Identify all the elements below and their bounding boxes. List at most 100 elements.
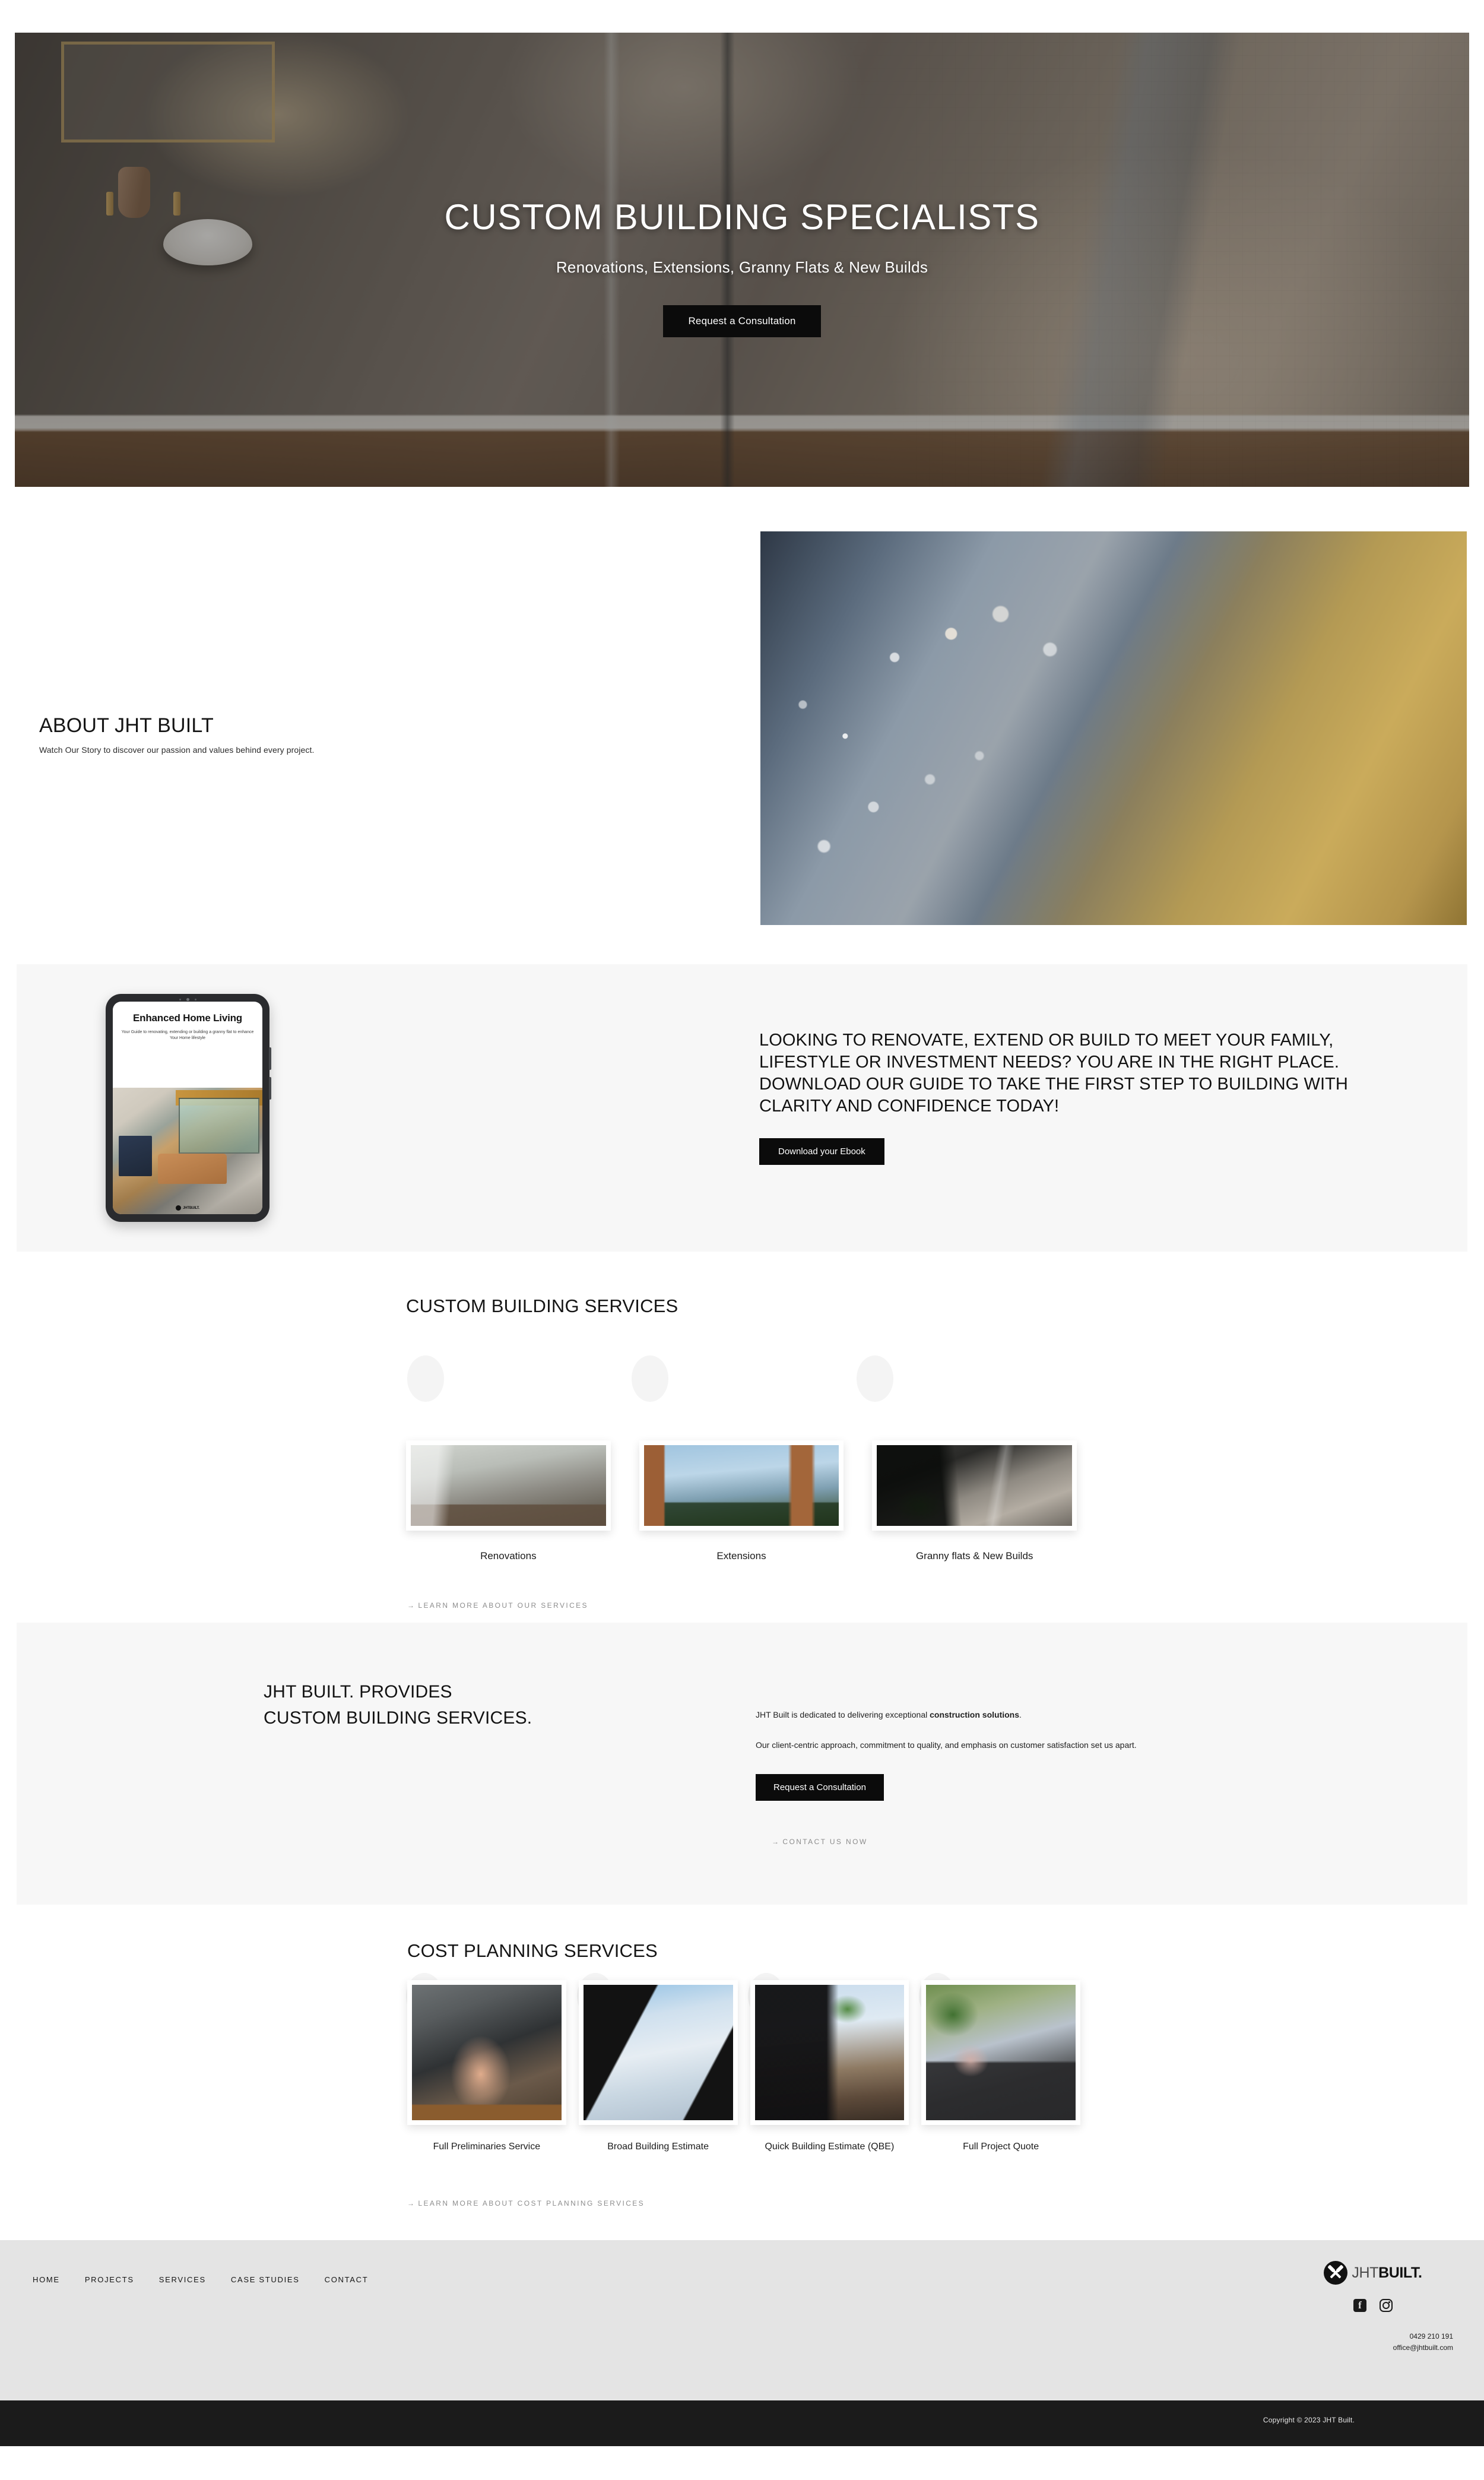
contact-us-now-link[interactable]: → CONTACT US NOW bbox=[772, 1838, 868, 1846]
about-video-poster bbox=[760, 531, 1467, 925]
cost-planning-services-section: COST PLANNING SERVICES Full Preliminarie… bbox=[0, 1905, 1484, 2240]
service-card-image bbox=[411, 1445, 606, 1526]
cost-card-caption: Broad Building Estimate bbox=[607, 2142, 709, 2152]
cost-card-full-project-quote[interactable]: Full Project Quote bbox=[921, 1980, 1080, 2153]
services-card-grid: Renovations Extensions Granny flats & Ne… bbox=[406, 1440, 1077, 1563]
instagram-icon[interactable] bbox=[1380, 2299, 1393, 2312]
about-video-player[interactable] bbox=[760, 531, 1467, 925]
cost-card-image bbox=[583, 1985, 733, 2120]
ebook-headline: LOOKING TO RENOVATE, EXTEND OR BUILD TO … bbox=[759, 1031, 1348, 1116]
cost-card-frame bbox=[407, 1980, 566, 2125]
provides-section: JHT BUILT. PROVIDES CUSTOM BUILDING SERV… bbox=[17, 1623, 1467, 1905]
footer-brand: JHTBUILT. 0429 210 191 office@jhtbuilt.c… bbox=[1293, 2261, 1453, 2353]
custom-building-services-section: CUSTOM BUILDING SERVICES Renovations Ext… bbox=[0, 1252, 1484, 1626]
footer-nav-home[interactable]: HOME bbox=[33, 2275, 60, 2284]
cost-card-full-preliminaries[interactable]: Full Preliminaries Service bbox=[407, 1980, 566, 2153]
cost-card-frame bbox=[578, 1980, 738, 2125]
ebook-cover-logo: JHTBUILT. bbox=[113, 1205, 262, 1211]
ebook-cover-subtitle: Your Guide to renovating, extending or b… bbox=[121, 1030, 254, 1041]
download-ebook-button[interactable]: Download your Ebook bbox=[759, 1138, 884, 1165]
arrow-right-icon: → bbox=[772, 1838, 781, 1846]
cost-card-image bbox=[754, 1985, 905, 2120]
cost-card-frame bbox=[750, 1980, 909, 2125]
provides-p1-bold: construction solutions bbox=[930, 1710, 1020, 1719]
service-card-frame bbox=[872, 1440, 1077, 1531]
copyright-bar: Copyright © 2023 JHT Built. bbox=[0, 2400, 1484, 2446]
logo-mark-icon bbox=[176, 1205, 182, 1211]
facebook-icon[interactable] bbox=[1353, 2299, 1366, 2312]
cost-card-image bbox=[926, 1985, 1076, 2120]
learn-more-cost-planning-label: LEARN MORE ABOUT COST PLANNING SERVICES bbox=[418, 2199, 645, 2207]
ebook-copy: LOOKING TO RENOVATE, EXTEND OR BUILD TO … bbox=[759, 1030, 1412, 1165]
provides-heading-line2: CUSTOM BUILDING SERVICES. bbox=[264, 1708, 532, 1728]
service-card-caption: Extensions bbox=[716, 1550, 766, 1562]
arrow-right-icon: → bbox=[407, 2199, 416, 2207]
cover-window-decor bbox=[178, 1098, 259, 1154]
cost-card-caption: Full Project Quote bbox=[963, 2142, 1039, 2152]
hero-subtitle: Renovations, Extensions, Granny Flats & … bbox=[556, 258, 928, 276]
ebook-cover-title: Enhanced Home Living bbox=[133, 1012, 242, 1024]
service-card-renovations[interactable]: Renovations bbox=[406, 1440, 611, 1563]
provides-p1-pre: JHT Built is dedicated to delivering exc… bbox=[756, 1710, 930, 1719]
learn-more-services-label: LEARN MORE ABOUT OUR SERVICES bbox=[418, 1601, 588, 1610]
service-card-frame bbox=[406, 1440, 611, 1531]
ebook-cover-logo-text: JHTBUILT. bbox=[183, 1206, 199, 1210]
provides-body: JHT Built is dedicated to delivering exc… bbox=[756, 1709, 1231, 1801]
service-card-extensions[interactable]: Extensions bbox=[639, 1440, 844, 1563]
service-card-frame bbox=[639, 1440, 844, 1531]
hero-title: CUSTOM BUILDING SPECIALISTS bbox=[444, 197, 1040, 237]
footer-logo-bold: BUILT. bbox=[1378, 2264, 1422, 2281]
page-bottom-spacer bbox=[0, 2446, 1484, 2480]
ebook-tablet-mockup: Enhanced Home Living Your Guide to renov… bbox=[106, 994, 271, 1222]
footer-contact: 0429 210 191 office@jhtbuilt.com bbox=[1293, 2331, 1453, 2353]
cost-card-caption: Full Preliminaries Service bbox=[433, 2142, 541, 2152]
ebook-cover-text: Enhanced Home Living Your Guide to renov… bbox=[113, 1002, 262, 1088]
request-consultation-button[interactable]: Request a Consultation bbox=[663, 305, 821, 337]
service-card-caption: Renovations bbox=[480, 1550, 537, 1562]
learn-more-cost-planning-link[interactable]: → LEARN MORE ABOUT COST PLANNING SERVICES bbox=[407, 2199, 645, 2207]
footer-logo-light: JHT bbox=[1352, 2264, 1379, 2281]
footer-phone[interactable]: 0429 210 191 bbox=[1293, 2331, 1453, 2342]
ebook-cover-photo: JHTBUILT. bbox=[113, 1088, 262, 1214]
footer-nav-services[interactable]: SERVICES bbox=[159, 2275, 206, 2284]
service-card-image bbox=[643, 1445, 839, 1526]
decor-blob bbox=[857, 1355, 893, 1402]
about-title: ABOUT JHT BUILT bbox=[39, 714, 214, 737]
provides-paragraph-1: JHT Built is dedicated to delivering exc… bbox=[756, 1709, 1231, 1721]
decor-blob bbox=[632, 1355, 668, 1402]
footer-nav-projects[interactable]: PROJECTS bbox=[85, 2275, 134, 2284]
ebook-cover: Enhanced Home Living Your Guide to renov… bbox=[113, 1002, 262, 1214]
cost-card-quick-building-estimate[interactable]: Quick Building Estimate (QBE) bbox=[750, 1980, 909, 2153]
footer-logo-text: JHTBUILT. bbox=[1352, 2264, 1422, 2282]
arrow-right-icon: → bbox=[407, 1601, 416, 1610]
provides-heading: JHT BUILT. PROVIDES CUSTOM BUILDING SERV… bbox=[264, 1679, 532, 1731]
cost-card-caption: Quick Building Estimate (QBE) bbox=[765, 2142, 895, 2152]
cost-card-broad-building-estimate[interactable]: Broad Building Estimate bbox=[578, 1980, 738, 2153]
provides-request-consultation-button[interactable]: Request a Consultation bbox=[756, 1774, 884, 1801]
footer-logo[interactable]: JHTBUILT. bbox=[1293, 2261, 1453, 2285]
contact-us-now-label: CONTACT US NOW bbox=[782, 1838, 868, 1846]
footer-nav-contact[interactable]: CONTACT bbox=[325, 2275, 369, 2284]
service-card-image bbox=[877, 1445, 1073, 1526]
social-links bbox=[1293, 2299, 1453, 2312]
decor-blob bbox=[407, 1355, 444, 1402]
crossed-hammers-logo-icon bbox=[1324, 2261, 1348, 2285]
service-card-granny-flats[interactable]: Granny flats & New Builds bbox=[872, 1440, 1077, 1563]
services-title: CUSTOM BUILDING SERVICES bbox=[406, 1296, 678, 1316]
hero-content: CUSTOM BUILDING SPECIALISTS Renovations,… bbox=[15, 198, 1469, 337]
about-section: ABOUT JHT BUILT Watch Our Story to disco… bbox=[0, 493, 1484, 950]
learn-more-services-link[interactable]: → LEARN MORE ABOUT OUR SERVICES bbox=[407, 1601, 588, 1610]
provides-p1-post: . bbox=[1019, 1710, 1022, 1719]
footer-email[interactable]: office@jhtbuilt.com bbox=[1293, 2342, 1453, 2354]
service-card-caption: Granny flats & New Builds bbox=[915, 1550, 1033, 1562]
provides-paragraph-2: Our client-centric approach, commitment … bbox=[756, 1740, 1137, 1750]
tablet-camera-icon bbox=[106, 997, 269, 1002]
site-footer: HOME PROJECTS SERVICES CASE STUDIES CONT… bbox=[0, 2240, 1484, 2418]
cover-cabinet-decor bbox=[119, 1135, 152, 1177]
copyright-text: Copyright © 2023 JHT Built. bbox=[1263, 2416, 1355, 2424]
cover-sofa-decor bbox=[157, 1153, 227, 1184]
about-description: Watch Our Story to discover our passion … bbox=[39, 745, 315, 755]
footer-nav-case-studies[interactable]: CASE STUDIES bbox=[231, 2275, 300, 2284]
cost-planning-card-grid: Full Preliminaries Service Broad Buildin… bbox=[407, 1980, 1080, 2153]
cost-planning-title: COST PLANNING SERVICES bbox=[407, 1940, 658, 1961]
